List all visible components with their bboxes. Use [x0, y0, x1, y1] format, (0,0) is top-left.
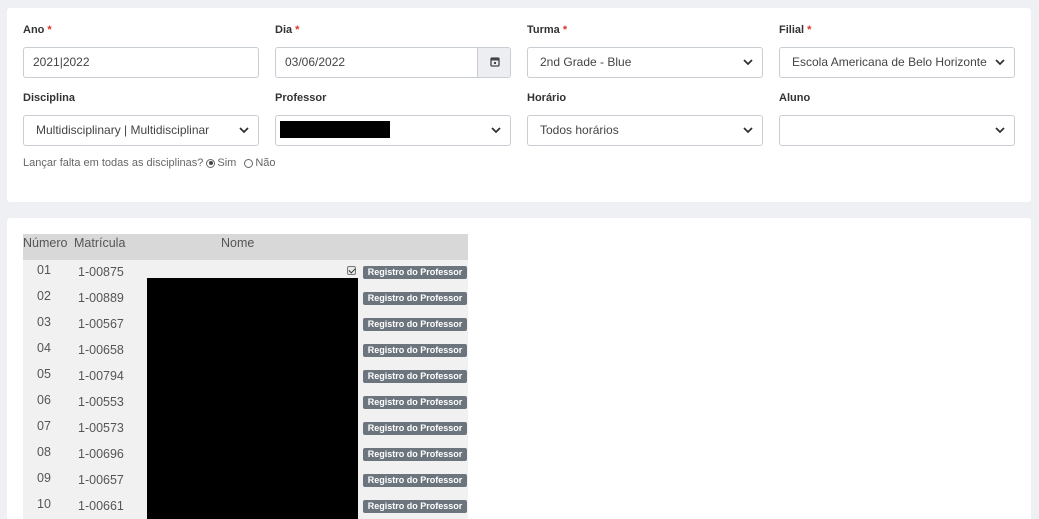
horario-select[interactable]: Todos horários: [527, 115, 763, 146]
dia-value: 03/06/2022: [285, 55, 346, 69]
professor-redaction: [280, 121, 390, 138]
row-numero: 09: [37, 471, 51, 485]
registro-professor-badge[interactable]: Registro do Professor: [363, 422, 467, 435]
header-nome: Nome: [221, 236, 255, 250]
ano-input[interactable]: 2021|2022: [23, 47, 259, 78]
dia-field: Dia * 03/06/2022: [275, 23, 511, 78]
radio-sim-label: Sim: [217, 157, 237, 169]
dia-input[interactable]: 03/06/2022: [275, 47, 511, 78]
registro-professor-badge[interactable]: Registro do Professor: [363, 396, 467, 409]
horario-value: Todos horários: [540, 123, 619, 137]
aluno-select[interactable]: [779, 115, 1015, 146]
filial-label: Filial *: [779, 24, 812, 36]
chevron-down-icon: [995, 59, 1005, 66]
disciplina-label: Disciplina: [23, 92, 75, 104]
row-numero: 05: [37, 367, 51, 381]
row-matricula: 1-00553: [78, 395, 124, 409]
table-header: Número Matrícula Nome: [23, 234, 468, 260]
radio-nao[interactable]: [244, 158, 254, 168]
row-matricula: 1-00875: [78, 265, 124, 279]
row-numero: 06: [37, 393, 51, 407]
disciplina-select[interactable]: Multidisciplinary | Multidisciplinar: [23, 115, 259, 146]
row-matricula: 1-00794: [78, 369, 124, 383]
row-matricula: 1-00567: [78, 317, 124, 331]
aluno-field: Aluno: [779, 91, 1015, 146]
registro-professor-badge[interactable]: Registro do Professor: [363, 448, 467, 461]
row-matricula: 1-00658: [78, 343, 124, 357]
registro-professor-badge[interactable]: Registro do Professor: [363, 266, 467, 279]
student-table: Número Matrícula Nome 01 1-00875 Registro …: [23, 234, 468, 519]
chevron-down-icon: [239, 127, 249, 134]
row-matricula: 1-00696: [78, 447, 124, 461]
row-matricula: 1-00889: [78, 291, 124, 305]
row-numero: 07: [37, 419, 51, 433]
row-numero: 02: [37, 289, 51, 303]
horario-field: Horário Todos horários: [527, 91, 763, 146]
turma-select[interactable]: 2nd Grade - Blue: [527, 47, 763, 78]
registro-professor-badge[interactable]: Registro do Professor: [363, 318, 467, 331]
row-numero: 01: [37, 263, 51, 277]
radio-sim[interactable]: [206, 158, 216, 168]
professor-field: Professor: [275, 91, 511, 146]
turma-field: Turma * 2nd Grade - Blue: [527, 23, 763, 78]
filial-select[interactable]: Escola Americana de Belo Horizonte: [779, 47, 1015, 78]
chevron-down-icon: [743, 127, 753, 134]
ano-label: Ano *: [23, 24, 52, 36]
row-matricula: 1-00573: [78, 421, 124, 435]
registro-professor-badge[interactable]: Registro do Professor: [363, 500, 467, 513]
absence-all-subjects-row: Lançar falta em todas as disciplinas? Si…: [23, 157, 276, 169]
row-matricula: 1-00657: [78, 473, 124, 487]
table-card: Número Matrícula Nome 01 1-00875 Registro …: [7, 218, 1031, 519]
row-matricula: 1-00661: [78, 499, 124, 513]
filters-card: Ano * 2021|2022 Dia * 03/06/2022 Turma * 2n…: [7, 8, 1031, 202]
turma-label: Turma *: [527, 24, 568, 36]
absence-question: Lançar falta em todas as disciplinas?: [23, 157, 204, 169]
filial-field: Filial * Escola Americana de Belo Horizon…: [779, 23, 1015, 78]
header-matricula: Matrícula: [74, 236, 126, 250]
professor-label: Professor: [275, 92, 327, 104]
disciplina-field: Disciplina Multidisciplinary | Multidisc…: [23, 91, 259, 146]
aluno-label: Aluno: [779, 92, 811, 104]
horario-label: Horário: [527, 92, 567, 104]
registro-professor-badge[interactable]: Registro do Professor: [363, 344, 467, 357]
registro-professor-badge[interactable]: Registro do Professor: [363, 370, 467, 383]
disciplina-value: Multidisciplinary | Multidisciplinar: [36, 123, 210, 137]
presence-checkbox[interactable]: [347, 266, 356, 275]
ano-field: Ano * 2021|2022: [23, 23, 259, 78]
names-redaction: [147, 278, 358, 519]
chevron-down-icon: [491, 127, 501, 134]
row-numero: 08: [37, 445, 51, 459]
dia-label: Dia *: [275, 24, 300, 36]
professor-select[interactable]: [275, 115, 511, 146]
filial-value: Escola Americana de Belo Horizonte: [792, 55, 987, 69]
chevron-down-icon: [995, 127, 1005, 134]
calendar-icon[interactable]: [477, 48, 510, 77]
header-numero: Número: [23, 236, 68, 250]
turma-value: 2nd Grade - Blue: [540, 55, 632, 69]
registro-professor-badge[interactable]: Registro do Professor: [363, 474, 467, 487]
row-numero: 03: [37, 315, 51, 329]
chevron-down-icon: [743, 59, 753, 66]
row-numero: 04: [37, 341, 51, 355]
radio-nao-label: Não: [255, 157, 276, 169]
row-numero: 10: [37, 497, 51, 511]
registro-professor-badge[interactable]: Registro do Professor: [363, 292, 467, 305]
